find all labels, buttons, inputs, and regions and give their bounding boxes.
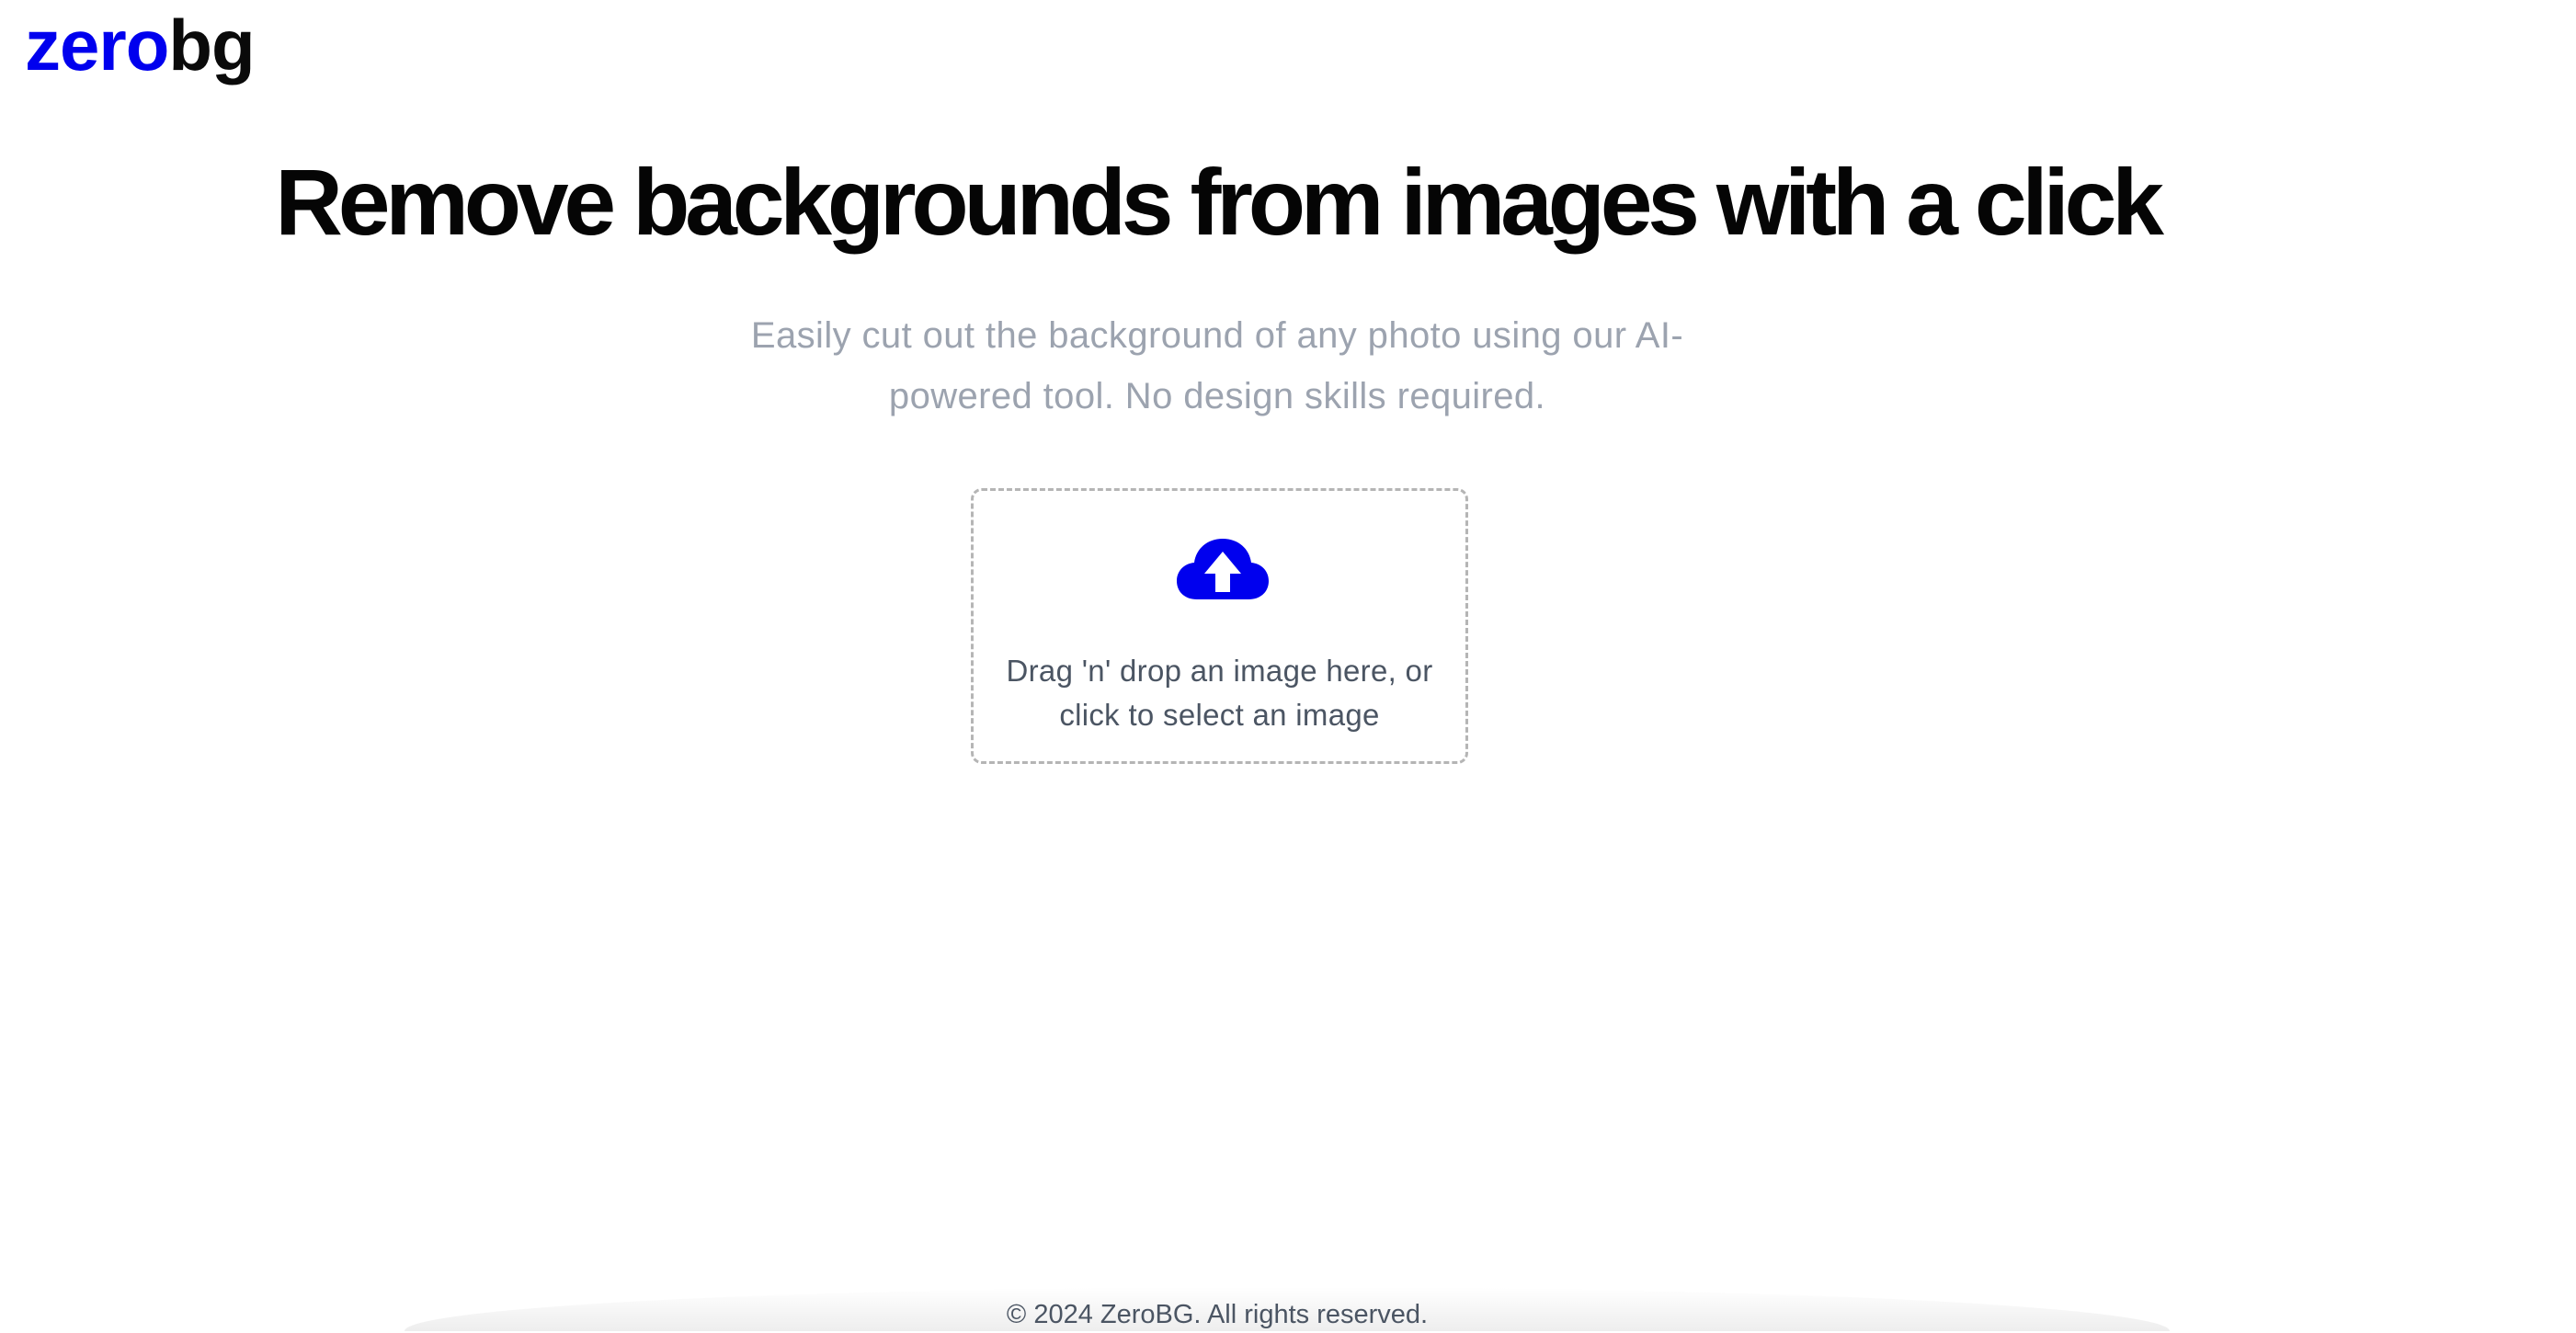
footer-copyright: © 2024 ZeroBG. All rights reserved.: [1006, 1300, 1429, 1329]
logo-bg: bg: [168, 5, 255, 85]
image-dropzone[interactable]: Drag 'n' drop an image here, or click to…: [971, 488, 1468, 764]
page-title: Remove backgrounds from images with a cl…: [275, 150, 2164, 255]
page-subtitle: Easily cut out the background of any pho…: [750, 315, 1684, 416]
dropzone-instruction: Drag 'n' drop an image here, or click to…: [1006, 654, 1433, 732]
logo-zero: zero: [25, 5, 169, 85]
cloud-upload-icon: [1177, 539, 1269, 603]
logo[interactable]: zerobg: [25, 4, 256, 86]
